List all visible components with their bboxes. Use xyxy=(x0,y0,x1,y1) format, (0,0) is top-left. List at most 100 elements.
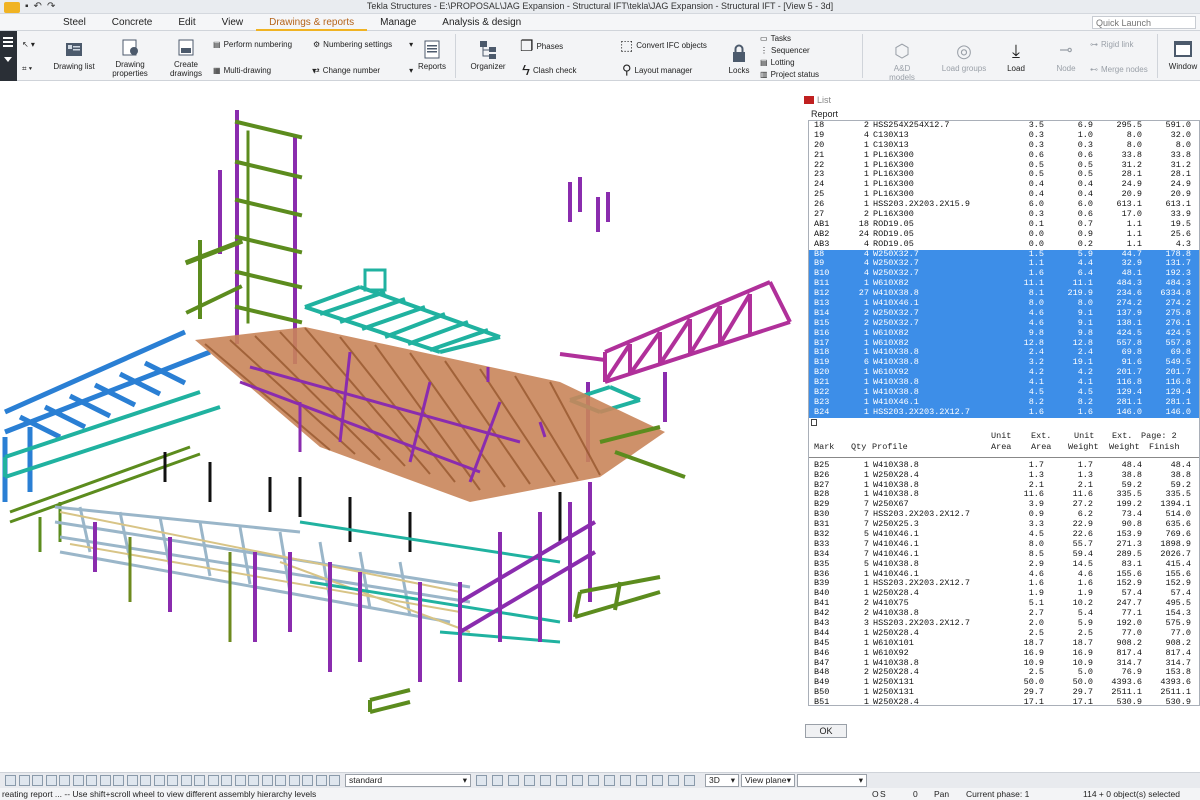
sequencer-button[interactable]: ⋮ Sequencer xyxy=(760,46,810,55)
select-all-icon[interactable] xyxy=(5,775,16,786)
ad-models-button[interactable]: ⬡ A&D models xyxy=(880,40,924,82)
select-points-icon[interactable] xyxy=(126,775,138,786)
select-filter-icon[interactable] xyxy=(248,775,259,786)
tab-manage[interactable]: Manage xyxy=(367,16,429,31)
select-loads-icon[interactable] xyxy=(221,775,232,786)
snap-extension-icon[interactable] xyxy=(604,775,615,786)
select-planes-icon[interactable] xyxy=(167,775,178,786)
select-pointer-icon[interactable]: ↖ ▾ xyxy=(22,40,35,49)
cell-ext-weight: 530.9 xyxy=(1165,697,1191,706)
selection-filter-dropdown[interactable]: standard ▾ xyxy=(345,774,471,787)
select-groups-icon[interactable] xyxy=(207,775,219,786)
report-row[interactable]: B24 1 HSS203.2X203.2X12.7 1.6 1.6 146.0 146.0 xyxy=(809,406,1199,418)
select-grids-icon[interactable] xyxy=(113,775,124,786)
select-parts-icon[interactable] xyxy=(18,775,30,786)
snap-intersection-icon[interactable] xyxy=(572,775,583,786)
tasks-button[interactable]: ▭ Tasks xyxy=(760,34,791,43)
load-groups-button[interactable]: ◎ Load groups xyxy=(940,40,988,73)
select-objects-icon[interactable] xyxy=(194,775,205,786)
extra-dropdown[interactable]: ▾ xyxy=(797,774,867,787)
select-phases-icon[interactable] xyxy=(288,775,300,786)
filter-settings-icon[interactable] xyxy=(476,775,487,786)
layout-manager-button[interactable]: ⚲ Layout manager xyxy=(622,62,692,78)
snap-center-icon[interactable] xyxy=(556,775,567,786)
report-text-area[interactable]: 18 2 HSS254X254X12.7 3.5 6.9 295.5 591.0 19 4 C13… xyxy=(808,120,1200,706)
survey-tripod-icon: ⚲ xyxy=(622,62,632,77)
organizer-button[interactable]: Organizer xyxy=(469,38,507,71)
snap-nearest-icon[interactable] xyxy=(524,775,535,786)
merge-nodes-icon: ⊷ xyxy=(1090,65,1098,74)
locks-button[interactable]: Locks xyxy=(727,42,751,75)
model-cube-icon: ⬡ xyxy=(894,41,910,61)
report-row[interactable]: B51 1 W250X28.4 17.1 17.1 530.9 530.9 xyxy=(809,697,1199,706)
tab-view[interactable]: View xyxy=(209,16,257,31)
select-assemblies-icon[interactable] xyxy=(99,775,111,786)
drawing-list-button[interactable]: Drawing list xyxy=(52,38,96,71)
snap-geometry-icon[interactable] xyxy=(508,775,519,786)
select-bolts-icon[interactable] xyxy=(86,775,97,786)
select-reinforcement-icon[interactable] xyxy=(153,775,165,786)
select-hierarchy-icon[interactable] xyxy=(329,775,340,786)
project-status-button[interactable]: ▥ Project status xyxy=(760,70,819,79)
quick-launch-input[interactable] xyxy=(1092,16,1196,29)
clash-check-button[interactable]: ϟ Clash check xyxy=(522,62,577,79)
change-number-button[interactable]: ⇄ Change number ▾ xyxy=(313,66,413,75)
cell-profile: HSS203.2X203.2X12.7 xyxy=(873,406,970,417)
rigid-link-icon: ⊶ xyxy=(1090,40,1098,49)
perform-numbering-button[interactable]: ▤ Perform numbering xyxy=(213,40,292,49)
load-button[interactable]: ⤓ Load xyxy=(1003,40,1029,73)
select-clashes-icon[interactable] xyxy=(275,775,286,786)
drawing-properties-button[interactable]: Drawing properties xyxy=(108,36,152,78)
snap-perpendicular-icon[interactable] xyxy=(588,775,599,786)
reports-button[interactable]: Reports xyxy=(417,38,447,71)
tab-concrete[interactable]: Concrete xyxy=(99,16,166,31)
snap-plane-icon[interactable] xyxy=(684,775,695,786)
page-break-box-icon xyxy=(811,418,817,426)
snap-grid-icon[interactable] xyxy=(652,775,663,786)
tab-steel[interactable]: Steel xyxy=(50,16,99,31)
rigid-link-button[interactable]: ⊶ Rigid link xyxy=(1090,40,1133,49)
model-3d-view[interactable] xyxy=(0,82,802,772)
select-details-icon[interactable] xyxy=(261,775,273,786)
select-cuts-icon[interactable] xyxy=(59,775,70,786)
select-model-icon[interactable] xyxy=(302,775,313,786)
tab-edit[interactable]: Edit xyxy=(165,16,208,31)
select-lines-icon[interactable] xyxy=(180,775,192,786)
window-button[interactable]: Window xyxy=(1167,38,1199,71)
cell-profile: W250X28.4 xyxy=(873,697,919,706)
tab-drawings-reports[interactable]: Drawings & reports xyxy=(256,16,368,31)
structural-model-graphic xyxy=(2,110,792,714)
snap-override-icon[interactable] xyxy=(668,775,679,786)
cell-mark: B24 xyxy=(814,406,830,417)
gear-icon: ⚙ xyxy=(313,40,321,49)
select-connections-icon[interactable] xyxy=(234,775,246,786)
menu-icon[interactable] xyxy=(0,31,17,81)
snap-reference-icon[interactable] xyxy=(492,775,503,786)
select-components-icon[interactable] xyxy=(140,775,151,786)
merge-nodes-button[interactable]: ⊷ Merge nodes xyxy=(1090,65,1148,74)
snap-line-icon[interactable] xyxy=(636,775,647,786)
list-panel: List Report 18 2 HSS254X254X12.7 3.5 6.9 295.… xyxy=(803,92,1200,744)
convert-ifc-button[interactable]: ⬚ Convert IFC objects xyxy=(620,37,707,54)
snap-midpoint-icon[interactable] xyxy=(540,775,551,786)
ok-button[interactable]: OK xyxy=(805,724,847,738)
work-plane-dropdown[interactable]: View plane ▾ xyxy=(741,774,795,787)
page-break-marker xyxy=(809,418,1199,428)
tab-analysis-design[interactable]: Analysis & design xyxy=(429,16,534,31)
create-drawings-button[interactable]: Create drawings xyxy=(166,36,206,78)
multi-drawing-button[interactable]: ▦ Multi-drawing ▾ xyxy=(213,66,316,75)
select-welds-icon[interactable] xyxy=(45,775,57,786)
multi-drawing-icon: ▦ xyxy=(213,66,221,75)
select-views-icon[interactable] xyxy=(72,775,84,786)
node-button[interactable]: ⊸ Node xyxy=(1052,40,1080,73)
snap-any-icon[interactable] xyxy=(620,775,631,786)
select-surfaces-icon[interactable] xyxy=(32,775,43,786)
view-mode-dropdown[interactable]: 3D ▾ xyxy=(705,774,739,787)
select-assembly-icon[interactable] xyxy=(315,775,327,786)
phases-button[interactable]: ❐ Phases xyxy=(520,37,563,55)
lotting-button[interactable]: ▤ Lotting xyxy=(760,58,795,67)
status-bar: reating report ... -- Use shift+scroll w… xyxy=(0,788,1200,800)
snap-icon[interactable]: ⌗ ▾ xyxy=(22,64,32,74)
numbering-settings-button[interactable]: ⚙ Numbering settings ▾ xyxy=(313,40,413,49)
ribbon-divider xyxy=(862,34,863,78)
